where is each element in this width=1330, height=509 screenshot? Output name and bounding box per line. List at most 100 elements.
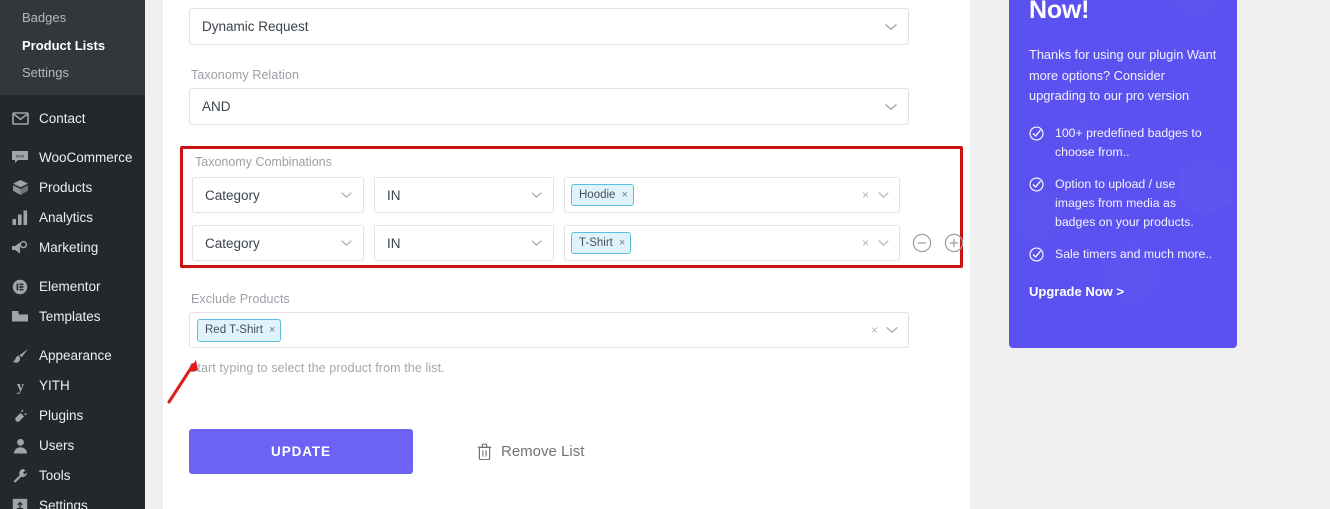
menu-label: Products: [39, 179, 93, 195]
submenu-item-product-lists[interactable]: Product Lists: [0, 32, 145, 60]
sidebar-content-gap: [145, 0, 163, 509]
box-icon: [9, 178, 31, 198]
chevron-down-icon: [885, 103, 897, 111]
menu-label: Templates: [39, 308, 101, 324]
plugin-submenu: Badges Product Lists Settings: [0, 0, 145, 95]
menu-label: Marketing: [39, 239, 99, 255]
megaphone-icon: [9, 238, 31, 258]
menu-item-contact[interactable]: Contact: [0, 104, 145, 134]
menu-label: Contact: [39, 110, 86, 126]
chevron-down-icon[interactable]: [878, 192, 889, 199]
menu-label: WooCommerce: [39, 149, 133, 165]
menu-item-woocommerce[interactable]: woo WooCommerce: [0, 143, 145, 173]
exclude-products-input[interactable]: Red T-Shirt × ×: [189, 312, 909, 348]
taxonomy-combination-row: Category IN Hoodie × ×: [192, 177, 900, 213]
terms-field-row-1[interactable]: Hoodie × ×: [564, 177, 900, 213]
clear-field-icon[interactable]: ×: [871, 324, 878, 336]
taxonomy-combinations-label: Taxonomy Combinations: [195, 155, 332, 169]
chevron-down-icon: [531, 240, 542, 247]
promo-feature: 100+ predefined badges to choose from..: [1029, 124, 1217, 162]
remove-tag-icon[interactable]: ×: [269, 324, 275, 336]
promo-feature-text: 100+ predefined badges to choose from..: [1055, 126, 1202, 160]
remove-list-label: Remove List: [501, 443, 585, 460]
taxonomy-select-row-1[interactable]: Category: [192, 177, 364, 213]
update-button[interactable]: UPDATE: [189, 429, 413, 474]
menu-item-marketing[interactable]: Marketing: [0, 233, 145, 263]
menu-item-users[interactable]: Users: [0, 431, 145, 461]
menu-label: Tools: [39, 467, 71, 483]
svg-text:y: y: [16, 379, 24, 394]
excluded-product-label: Red T-Shirt: [205, 324, 263, 336]
taxonomy-combination-row: Category IN T-Shirt × ×: [192, 225, 964, 261]
menu-separator: [0, 134, 145, 143]
excluded-product-tag[interactable]: Red T-Shirt ×: [197, 318, 282, 342]
remove-tag-icon[interactable]: ×: [621, 189, 627, 201]
menu-item-appearance[interactable]: Appearance: [0, 341, 145, 371]
menu-label: Users: [39, 437, 75, 453]
add-row-button[interactable]: [944, 233, 964, 253]
admin-screen: Badges Product Lists Settings Contact wo…: [0, 0, 1330, 509]
promo-feature-text: Option to upload / use images from media…: [1055, 177, 1194, 230]
promo-subtitle: Thanks for using our plugin Want more op…: [1029, 47, 1217, 104]
check-circle-icon: [1029, 247, 1045, 264]
remove-row-button[interactable]: [912, 233, 932, 253]
menu-separator: [0, 95, 145, 104]
menu-label: Plugins: [39, 407, 84, 423]
taxonomy-combinations-section: Taxonomy Combinations Category IN Hoodie…: [180, 146, 964, 268]
trash-icon: [477, 443, 492, 460]
submenu-item-badges[interactable]: Badges: [0, 4, 145, 32]
upgrade-now-link[interactable]: Upgrade Now >: [1029, 284, 1124, 299]
terms-field-row-2[interactable]: T-Shirt × ×: [564, 225, 900, 261]
menu-item-templates[interactable]: Templates: [0, 302, 145, 332]
clear-field-icon[interactable]: ×: [862, 189, 869, 201]
promo-title: Pro Version Now!: [1029, 0, 1090, 24]
exclude-products-help: Start typing to select the product from …: [189, 361, 445, 375]
menu-label: Analytics: [39, 209, 94, 225]
menu-item-analytics[interactable]: Analytics: [0, 203, 145, 233]
term-tag[interactable]: T-Shirt ×: [571, 232, 632, 254]
elementor-icon: [9, 277, 31, 297]
term-tag-label: T-Shirt: [579, 237, 613, 249]
check-circle-icon: [1029, 126, 1045, 162]
menu-item-plugins[interactable]: Plugins: [0, 401, 145, 431]
row-controls: [912, 233, 964, 253]
taxonomy-value: Category: [205, 187, 260, 203]
menu-item-tools[interactable]: Tools: [0, 461, 145, 491]
wrench-icon: [9, 466, 31, 486]
pro-version-promo-panel: Pro Version Now! Thanks for using our pl…: [1009, 0, 1237, 348]
chevron-down-icon: [531, 192, 542, 199]
envelope-icon: [9, 109, 31, 129]
taxonomy-relation-select[interactable]: AND: [189, 88, 909, 125]
menu-item-elementor[interactable]: Elementor: [0, 272, 145, 302]
menu-separator: [0, 263, 145, 272]
chevron-down-icon[interactable]: [878, 240, 889, 247]
term-tag[interactable]: Hoodie ×: [571, 184, 634, 206]
menu-label: Elementor: [39, 278, 101, 294]
operator-select-row-1[interactable]: IN: [374, 177, 554, 213]
operator-value: IN: [387, 235, 401, 251]
menu-item-settings[interactable]: Settings: [0, 491, 145, 509]
menu-item-yith[interactable]: y YITH: [0, 371, 145, 401]
menu-label: Appearance: [39, 347, 112, 363]
menu-item-products[interactable]: Products: [0, 173, 145, 203]
remove-list-button[interactable]: Remove List: [471, 442, 590, 461]
woocommerce-icon: woo: [9, 148, 31, 168]
taxonomy-value: Category: [205, 235, 260, 251]
term-tag-label: Hoodie: [579, 189, 616, 201]
taxonomy-select-row-2[interactable]: Category: [192, 225, 364, 261]
operator-select-row-2[interactable]: IN: [374, 225, 554, 261]
remove-tag-icon[interactable]: ×: [619, 237, 625, 249]
chevron-down-icon: [885, 23, 897, 31]
chevron-down-icon: [341, 192, 352, 199]
chevron-down-icon[interactable]: [886, 326, 898, 334]
menu-label: Settings: [39, 497, 88, 509]
promo-content: Pro Version Now! Thanks for using our pl…: [1009, 0, 1237, 319]
exclude-products-label: Exclude Products: [191, 292, 290, 306]
bar-chart-icon: [9, 208, 31, 228]
clear-field-icon[interactable]: ×: [862, 237, 869, 249]
query-type-field: Dynamic Request: [189, 8, 909, 45]
promo-feature: Sale timers and much more..: [1029, 245, 1217, 264]
query-type-select[interactable]: Dynamic Request: [189, 8, 909, 45]
user-icon: [9, 436, 31, 456]
submenu-item-settings[interactable]: Settings: [0, 59, 145, 87]
